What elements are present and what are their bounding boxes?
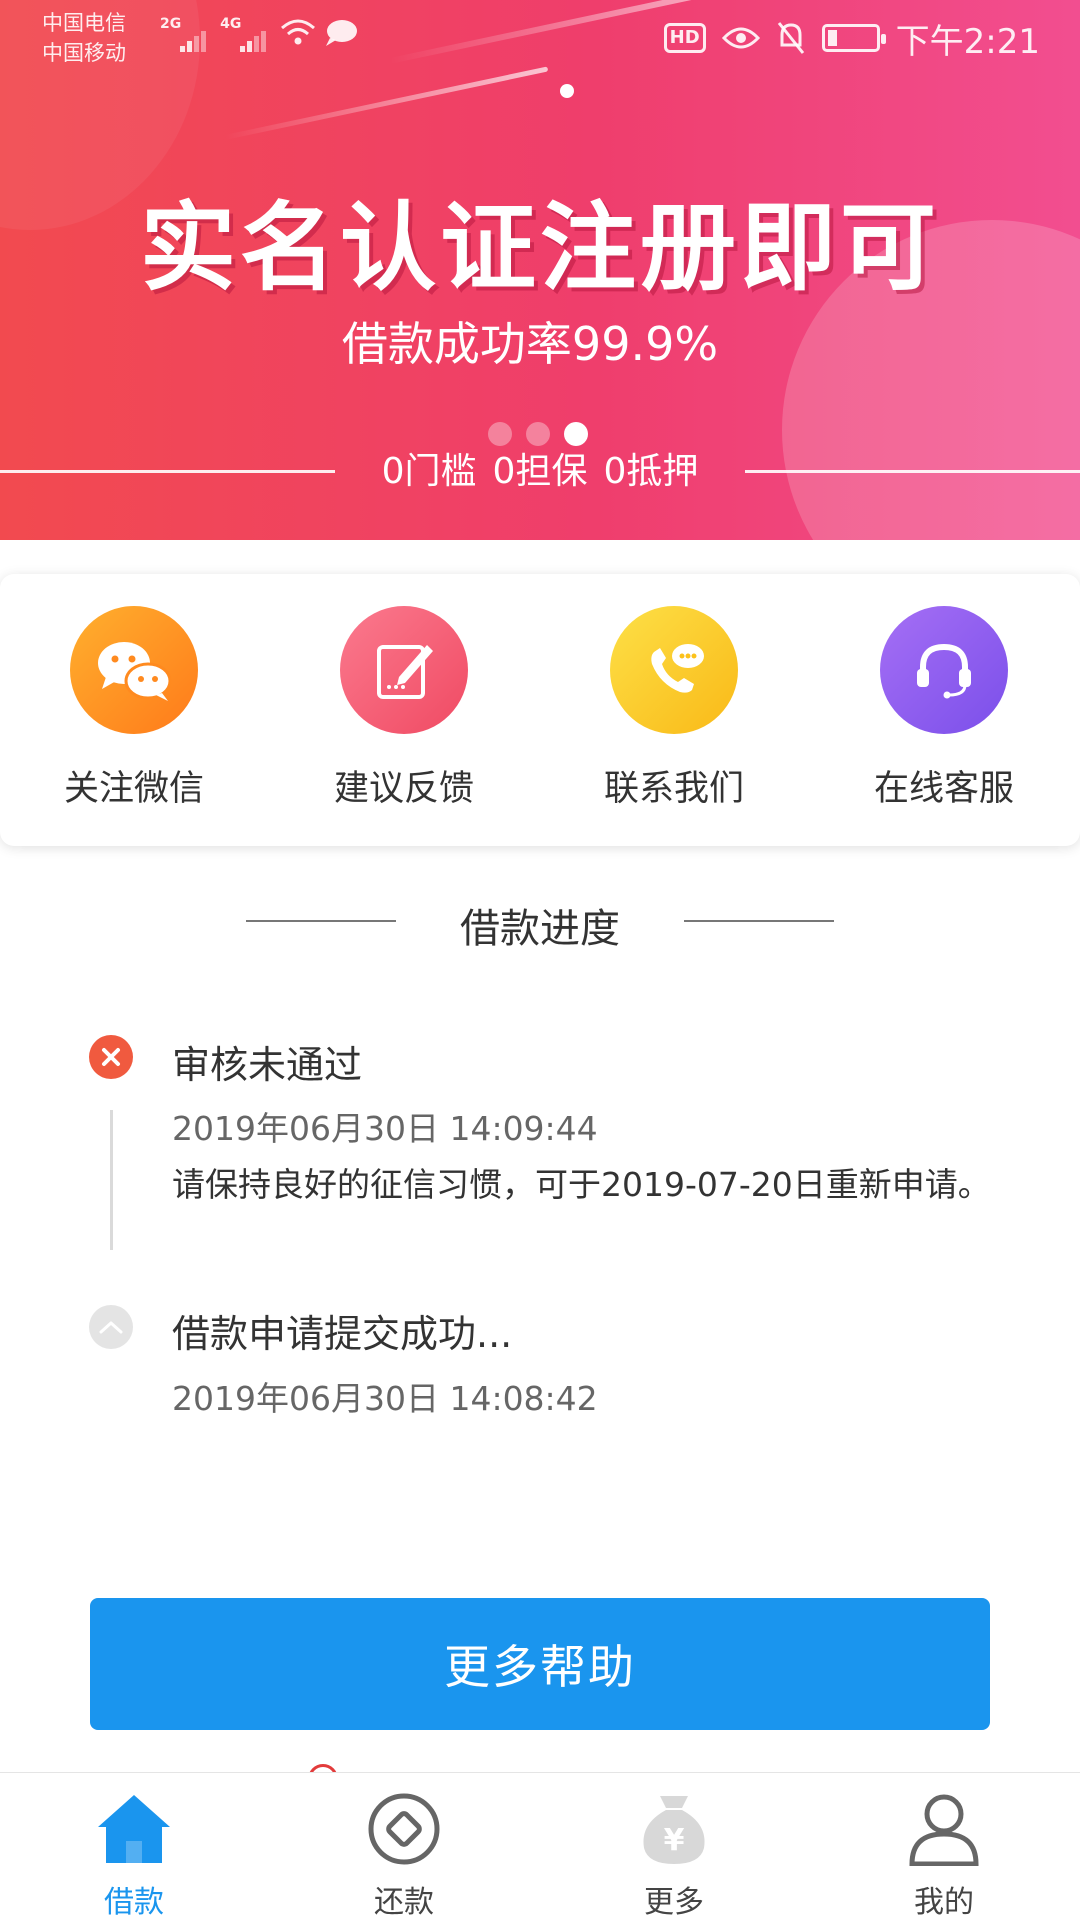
signal-strength-icon: 4G: [220, 14, 267, 54]
nav-tab-more[interactable]: ¥ 更多: [574, 1789, 774, 1921]
repay-icon: [364, 1789, 444, 1869]
contact-us-button[interactable]: 联系我们: [574, 606, 774, 811]
divider: [684, 920, 834, 922]
edit-feedback-icon: [340, 606, 468, 734]
step-description: 请保持良好的征信习惯，可于2019-07-20日重新申请。: [172, 1165, 991, 1204]
hd-badge: HD: [663, 23, 706, 53]
nav-label: 我的: [914, 1885, 974, 1920]
status-bar: 中国电信 中国移动 2G 4G HD 下午2:21: [0, 0, 1080, 76]
carrier-names: 中国电信 中国移动: [42, 8, 126, 68]
carrier-2: 中国移动: [42, 41, 126, 65]
carrier-1: 中国电信: [42, 11, 126, 35]
banner-tags: 0门槛 0担保 0抵押: [0, 442, 1080, 494]
online-service-button[interactable]: 在线客服: [844, 606, 1044, 811]
promo-banner[interactable]: 中国电信 中国移动 2G 4G HD 下午2:21 实名认证注册即可 借款成功率…: [0, 0, 1080, 540]
banner-tag: 0门槛: [381, 451, 477, 492]
follow-wechat-button[interactable]: 关注微信: [34, 606, 234, 811]
quick-action-label: 联系我们: [603, 769, 744, 809]
battery-level: [827, 30, 837, 46]
mute-bell-icon: [777, 22, 804, 54]
timeline-connector: [110, 1110, 113, 1250]
banner-title: 实名认证注册即可: [140, 192, 940, 304]
quick-actions-card: 关注微信 建议反馈 联系我们 在线客服: [0, 574, 1080, 846]
home-icon: [94, 1789, 174, 1869]
banner-decoration-streak: [224, 66, 549, 140]
banner-subtitle: 借款成功率99.9%: [341, 317, 719, 371]
wifi-icon: [281, 19, 316, 45]
signal-strength-icon: 2G: [160, 14, 206, 54]
step-time: 2019年06月30日 14:09:44: [172, 1109, 598, 1148]
nav-tab-mine[interactable]: 我的: [844, 1789, 1044, 1921]
nav-label: 更多: [644, 1885, 704, 1920]
money-bag-icon: ¥: [634, 1789, 714, 1869]
nav-label: 借款: [104, 1885, 164, 1920]
step-time: 2019年06月30日 14:08:42: [172, 1379, 598, 1418]
nav-label: 还款: [374, 1885, 434, 1920]
section-title: 借款进度: [460, 906, 620, 952]
user-icon: [904, 1789, 984, 1869]
more-help-button[interactable]: 更多帮助: [90, 1598, 990, 1730]
quick-action-label: 关注微信: [63, 769, 204, 809]
battery-icon: [821, 24, 886, 52]
network-type: 4G: [220, 16, 242, 32]
nav-tab-repay[interactable]: 还款: [304, 1789, 504, 1921]
network-type: 2G: [160, 16, 182, 32]
step-title: 审核未通过: [172, 1043, 363, 1087]
clock: 下午2:21: [895, 21, 1040, 62]
banner-decoration-spark: [560, 84, 574, 98]
phone-chat-icon: [610, 606, 738, 734]
banner-tag: 0担保: [492, 451, 588, 492]
banner-tag: 0抵押: [603, 451, 699, 492]
step-title: 借款申请提交成功...: [172, 1312, 513, 1356]
close-circle-icon: [89, 1035, 133, 1079]
status-right: HD 下午2:21: [663, 14, 1040, 62]
quick-action-label: 在线客服: [873, 769, 1014, 809]
bottom-navigation: 借款 还款 ¥ 更多 我的: [0, 1772, 1080, 1920]
feedback-button[interactable]: 建议反馈: [304, 606, 504, 811]
headset-icon: [880, 606, 1008, 734]
chevron-up-circle-icon: [89, 1305, 133, 1349]
wechat-icon: [70, 606, 198, 734]
svg-text:¥: ¥: [664, 1823, 685, 1858]
quick-action-label: 建议反馈: [333, 769, 474, 809]
signal-indicators: 2G 4G: [160, 14, 358, 58]
nav-tab-borrow[interactable]: 借款: [34, 1789, 234, 1921]
message-bubble-icon: [326, 20, 358, 46]
eye-icon: [721, 27, 760, 49]
